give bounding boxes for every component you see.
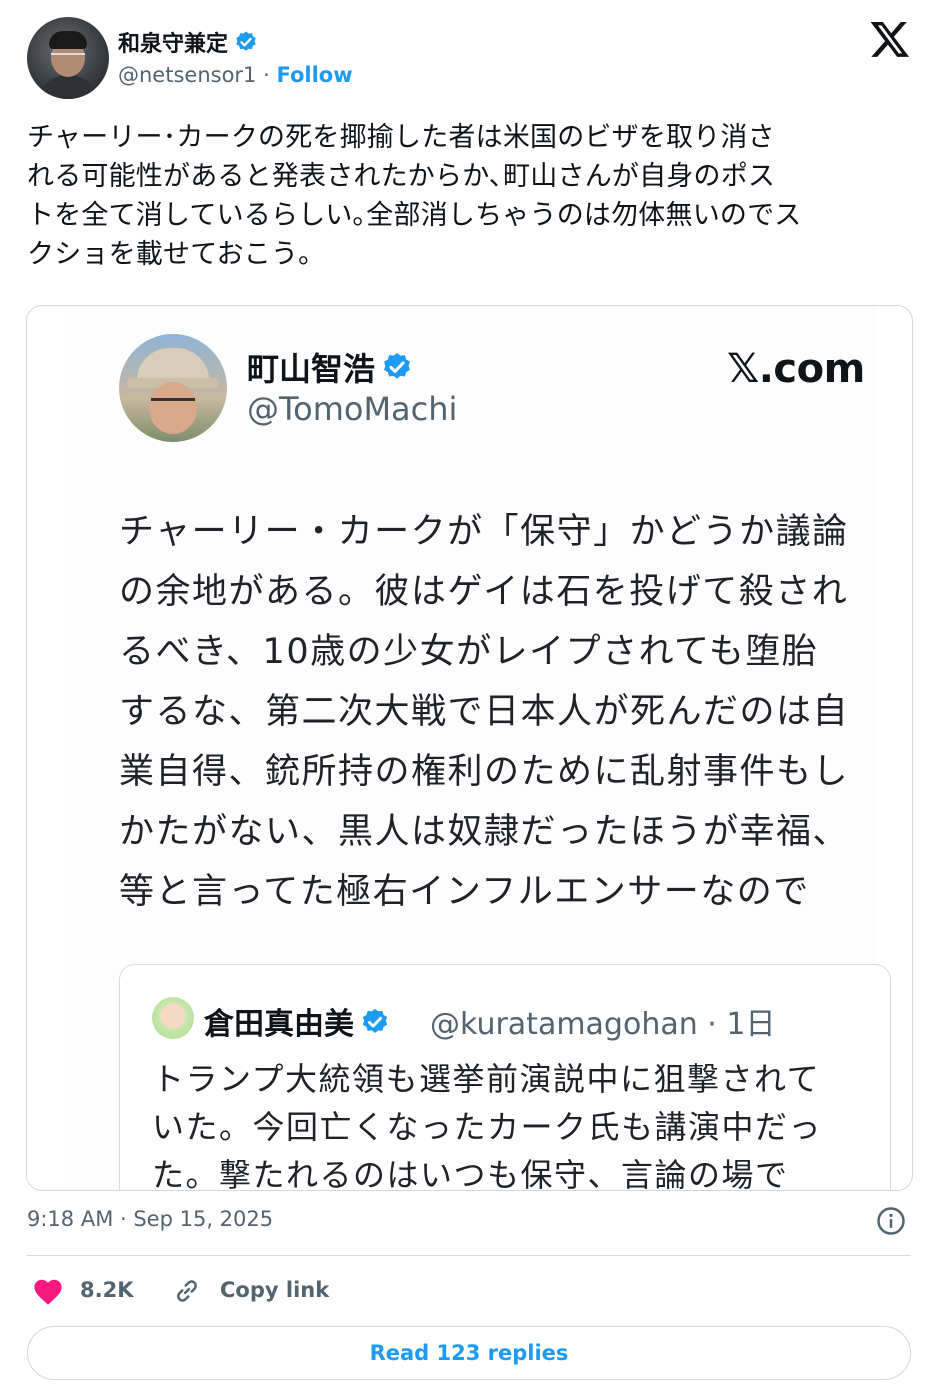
verified-badge-icon — [384, 353, 410, 379]
info-icon[interactable] — [876, 1206, 906, 1236]
read-replies-button[interactable]: Read 123 replies — [27, 1326, 911, 1380]
like-count[interactable]: 8.2K — [80, 1278, 133, 1302]
screenshot-quoted-post: 倉田真由美 @kuratamagohan · 1日 トランプ大統領も選挙前演説中… — [119, 964, 891, 1191]
heart-icon[interactable] — [32, 1276, 64, 1306]
author-handle[interactable]: @netsensor1 — [118, 63, 256, 87]
read-replies-label: Read 123 replies — [369, 1341, 569, 1365]
tweet-media-image[interactable]: 町山智浩 @TomoMachi 𝕏.com チャーリー・カークが「保守」かどうか… — [26, 305, 913, 1191]
screenshot-author-name: 町山智浩 — [247, 344, 413, 390]
separator: · — [256, 63, 277, 87]
screenshot-site-label: 𝕏.com — [727, 346, 865, 392]
quoted-author-avatar — [152, 997, 194, 1039]
author-avatar[interactable] — [27, 17, 109, 99]
link-icon[interactable] — [172, 1276, 202, 1306]
x-logo-icon[interactable] — [869, 18, 911, 60]
verified-badge-icon — [236, 31, 256, 51]
quoted-author-name: 倉田真由美 — [204, 999, 390, 1043]
verified-badge-icon — [362, 1008, 388, 1033]
screenshot-content: 町山智浩 @TomoMachi 𝕏.com チャーリー・カークが「保守」かどうか… — [63, 306, 891, 1190]
tweet-timestamp[interactable]: 9:18 AM · Sep 15, 2025 — [27, 1207, 273, 1231]
screenshot-post-text: チャーリー・カークが「保守」かどうか議論 の余地がある。彼はゲイは石を投げて殺さ… — [119, 512, 850, 912]
copy-link-button[interactable]: Copy link — [220, 1278, 329, 1302]
quoted-author-handle: @kuratamagohan · 1日 — [430, 1007, 776, 1042]
screenshot-author-handle: @TomoMachi — [247, 390, 458, 428]
tweet-text: チャーリー･カークの死を揶揄した者は米国のビザを取り消さ れる可能性があると発表… — [27, 122, 802, 270]
follow-button[interactable]: Follow — [276, 63, 352, 87]
author-display-name[interactable]: 和泉守兼定 — [118, 26, 258, 58]
quoted-post-text: トランプ大統領も選挙前演説中に狙撃されて いた。今回亡くなったカーク氏も講演中だ… — [152, 1060, 823, 1191]
author-handle-row: @netsensor1 · Follow — [118, 63, 353, 87]
divider — [27, 1255, 911, 1256]
screenshot-author-avatar — [119, 334, 227, 442]
